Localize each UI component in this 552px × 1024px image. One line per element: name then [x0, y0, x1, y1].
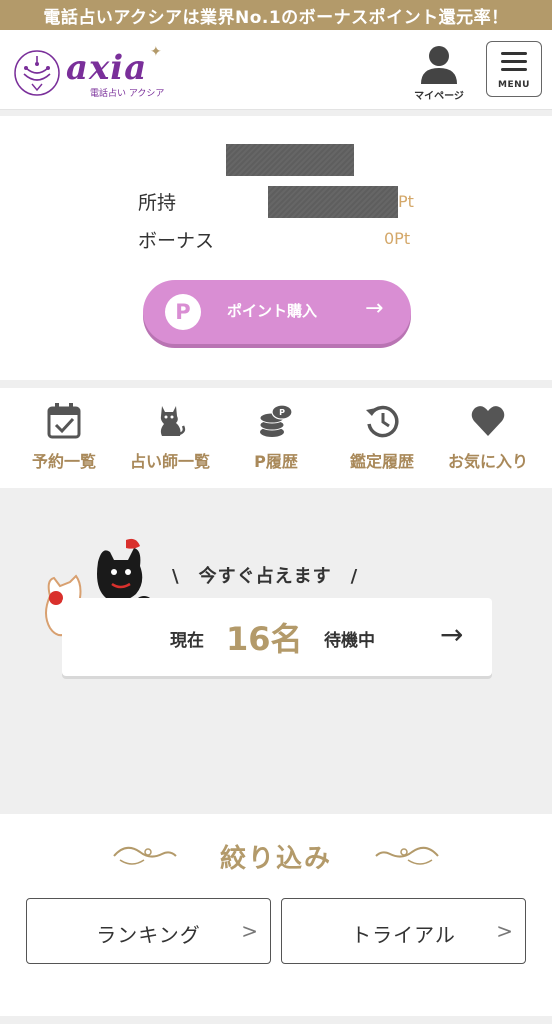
nav-point-history-label: P履歴 [254, 452, 298, 471]
ranking-button[interactable]: ランキング > [26, 898, 271, 964]
bonus-points-value: 0Pt [384, 229, 411, 248]
buy-points-button[interactable]: P ポイント購入 → [143, 280, 411, 344]
ornament-right-icon [375, 846, 439, 865]
filter-title: 絞り込み [219, 844, 332, 874]
nav-reading-history-label: 鑑定履歴 [349, 452, 414, 471]
hamburger-icon [501, 52, 527, 55]
user-icon [421, 46, 457, 84]
bonus-points-label: ボーナス [138, 230, 215, 252]
menu-label: MENU [498, 80, 530, 90]
nav-favorites-label: お気に入り [447, 452, 528, 471]
mypage-button[interactable]: マイページ [404, 42, 474, 102]
logo-star-icon: ✦ [150, 44, 162, 60]
nav-point-history[interactable]: P P履歴 [224, 398, 328, 480]
logo-subtitle: 電話占い アクシア [90, 89, 165, 99]
chevron-right-icon: > [496, 919, 513, 943]
waiting-prefix: 現在 [170, 631, 204, 651]
filter-section: 絞り込み ランキング > トライアル > [0, 814, 552, 1016]
ranking-label: ランキング [96, 923, 201, 947]
coin-stack-icon: P [259, 404, 293, 437]
promo-banner: 電話占いアクシアは業界No.1のボーナスポイント還元率！ [0, 0, 552, 30]
heart-icon [471, 406, 505, 436]
calendar-check-icon [47, 403, 81, 439]
arrow-right-icon: → [365, 296, 384, 321]
nav-reservations-label: 予約一覧 [31, 452, 96, 471]
chandelier-logo-icon [14, 50, 60, 96]
history-clock-icon [366, 405, 399, 438]
owned-points-unit: Pt [398, 192, 414, 211]
nav-favorites[interactable]: お気に入り [436, 398, 540, 480]
buy-points-label: ポイント購入 [227, 302, 318, 320]
logo-wordmark: axia [66, 48, 148, 88]
chevron-right-icon: > [241, 919, 258, 943]
cat-icon [160, 406, 186, 436]
nav-reservations[interactable]: 予約一覧 [12, 398, 116, 480]
arrow-right-icon: → [440, 618, 464, 651]
redacted-username [226, 144, 354, 176]
menu-button[interactable]: MENU [486, 41, 542, 97]
site-header: axia ✦ 電話占い アクシア マイページ MENU [0, 30, 552, 110]
nav-reading-history[interactable]: 鑑定履歴 [330, 398, 434, 480]
hamburger-bar [501, 68, 527, 71]
nav-fortune-tellers[interactable]: 占い師一覧 [118, 398, 222, 480]
waiting-suffix: 待機中 [324, 631, 375, 651]
quick-nav: 予約一覧 占い師一覧 P P履歴 鑑定履歴 お気に入り [0, 388, 552, 488]
points-card: 所持 Pt ボーナス 0Pt P ポイント購入 → [0, 116, 552, 380]
owned-points-label: 所持 [138, 192, 177, 214]
hamburger-bar [501, 60, 527, 63]
available-now-section: \ 今すぐ占えます / 現在 16名 待機中 → [0, 492, 552, 812]
trial-label: トライアル [351, 923, 456, 947]
available-now-headline: \ 今すぐ占えます / [172, 566, 359, 587]
nav-fortune-tellers-label: 占い師一覧 [129, 452, 210, 471]
waiting-count: 16名 [226, 620, 303, 658]
points-p-icon: P [165, 294, 201, 330]
trial-button[interactable]: トライアル > [281, 898, 526, 964]
redacted-owned-points [268, 186, 398, 218]
svg-text:P: P [279, 408, 285, 417]
promo-banner-text: 電話占いアクシアは業界No.1のボーナスポイント還元率！ [43, 7, 509, 28]
site-logo[interactable]: axia ✦ 電話占い アクシア [12, 44, 182, 100]
mypage-label: マイページ [414, 91, 464, 102]
waiting-count-card[interactable]: 現在 16名 待機中 → [62, 598, 492, 676]
